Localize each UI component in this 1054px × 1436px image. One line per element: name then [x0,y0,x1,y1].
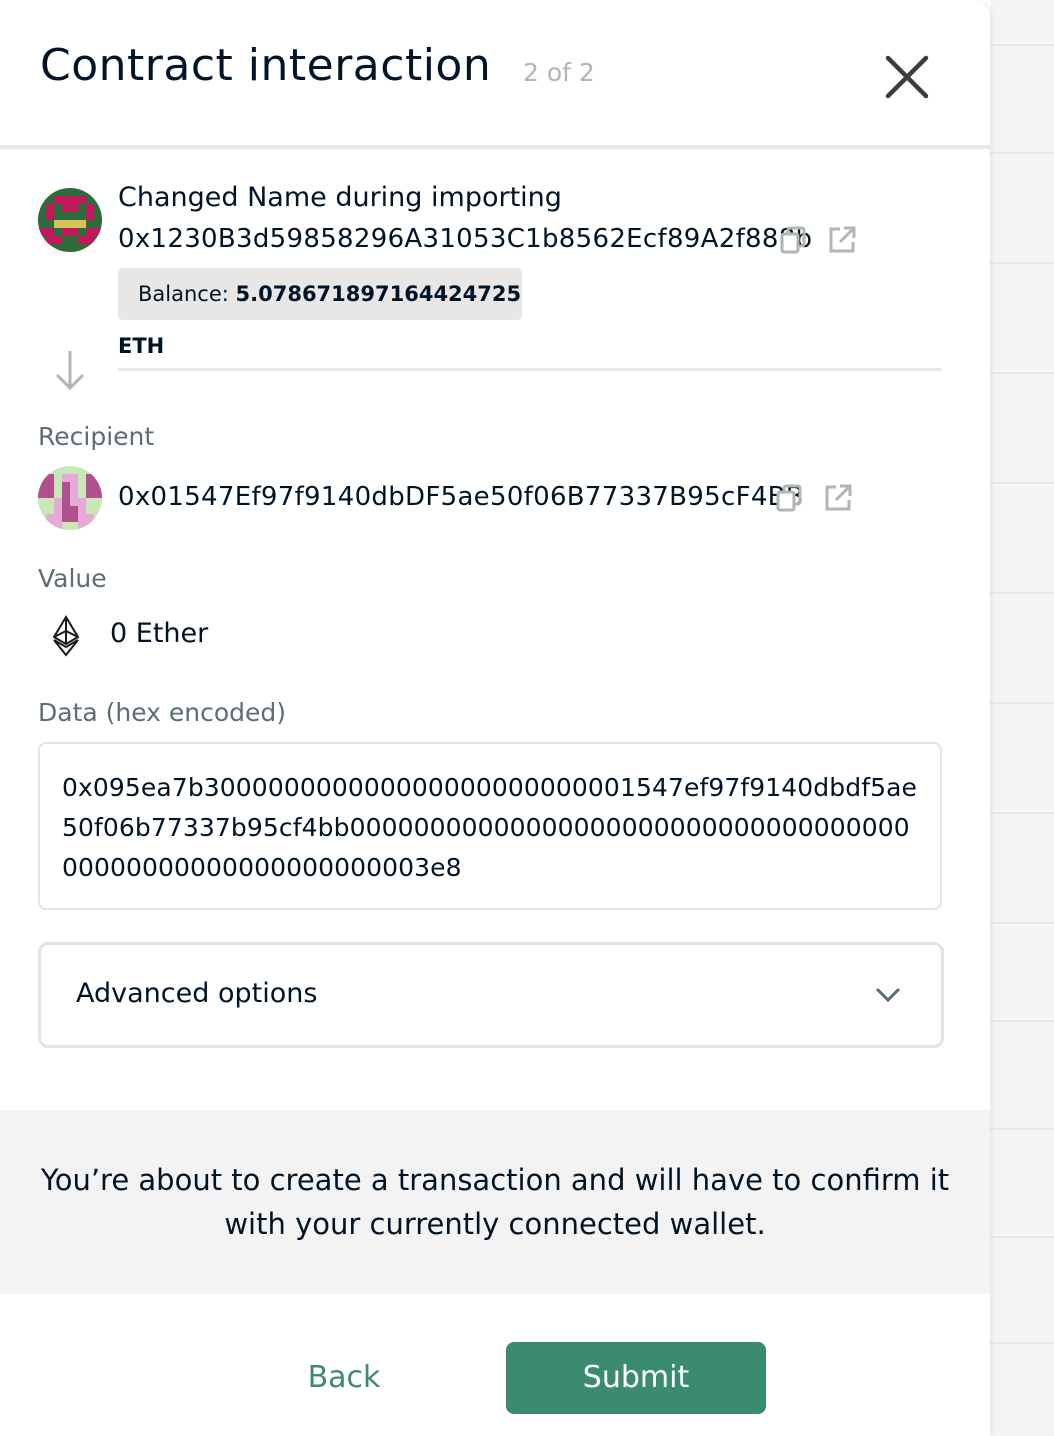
contract-interaction-modal: Contract interaction 2 of 2 Changed Name… [0,0,990,1436]
advanced-options-toggle[interactable]: Advanced options [38,942,944,1048]
chevron-down-icon [875,987,901,1003]
modal-header: Contract interaction 2 of 2 [0,0,990,149]
step-indicator: 2 of 2 [523,58,595,87]
data-label: Data (hex encoded) [38,698,287,727]
hex-data-value: 0x095ea7b300000000000000000000000001547e… [62,773,917,882]
divider [118,368,942,371]
hex-data-field[interactable]: 0x095ea7b300000000000000000000000001547e… [38,742,942,910]
copy-icon [780,226,806,254]
sender-avatar [38,188,102,252]
external-link-icon [825,484,852,511]
background-line [990,922,1054,924]
background-line [990,482,1054,484]
background-overlay [990,0,1054,1436]
recipient-address: 0x01547Ef97f9140dbDF5ae50f06B77337B95cF4… [118,482,804,512]
copy-icon [776,484,802,512]
value-label: Value [38,564,107,593]
balance-label: Balance: [138,282,236,306]
open-sender-explorer-button[interactable] [826,224,858,256]
balance-badge: Balance: 5.078671897164424725 ETH [118,268,522,358]
ethereum-icon [52,615,80,657]
background-line [990,1236,1054,1238]
open-recipient-explorer-button[interactable] [822,482,854,514]
background-line [990,44,1054,46]
sender-name: Changed Name during importing [118,182,562,213]
arrow-down-icon [55,351,85,391]
sender-address: 0x1230B3d59858296A31053C1b8562Ecf89A2f88… [118,224,813,254]
recipient-label: Recipient [38,422,155,451]
background-line [990,1342,1054,1344]
value-amount: 0 Ether [110,618,209,649]
background-line [990,1020,1054,1022]
back-button[interactable]: Back [262,1346,426,1412]
close-icon [885,55,929,99]
advanced-options-label: Advanced options [76,978,318,1009]
page-title: Contract interaction [40,40,492,91]
background-line [990,152,1054,154]
copy-sender-address-button[interactable] [778,224,810,256]
background-line [990,592,1054,594]
confirmation-notice: You’re about to create a transaction and… [0,1110,990,1294]
background-line [990,372,1054,374]
submit-button[interactable]: Submit [506,1342,766,1414]
background-line [990,812,1054,814]
recipient-avatar [38,466,102,530]
background-line [990,1128,1054,1130]
background-line [990,702,1054,704]
copy-recipient-address-button[interactable] [774,482,806,514]
background-line [990,262,1054,264]
close-button[interactable] [880,50,934,104]
external-link-icon [829,226,856,253]
notice-text: You’re about to create a transaction and… [40,1163,950,1241]
